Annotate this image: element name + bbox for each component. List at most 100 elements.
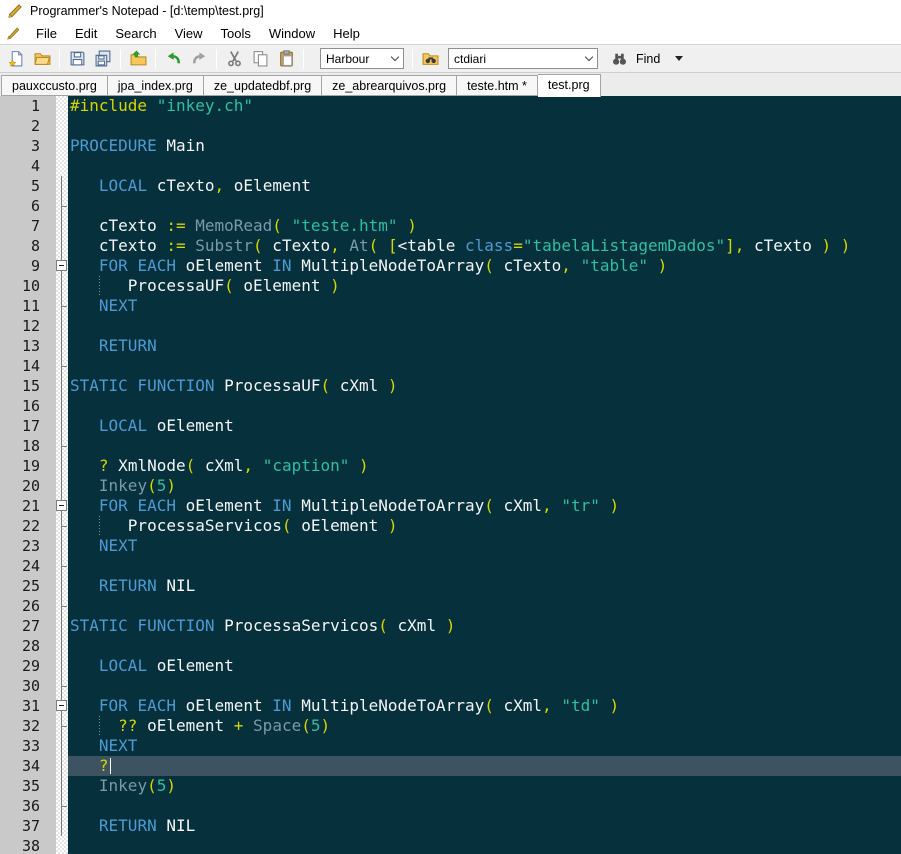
code-line[interactable]: STATIC FUNCTION ProcessaUF( cXml ) xyxy=(68,376,901,396)
code-line[interactable]: ProcessaUF( oElement ) xyxy=(68,276,901,296)
menu-edit[interactable]: Edit xyxy=(66,24,106,43)
code-line[interactable] xyxy=(68,796,901,816)
code-line[interactable]: NEXT xyxy=(68,536,901,556)
save-button[interactable] xyxy=(64,47,90,71)
code-line[interactable]: FOR EACH oElement IN MultipleNodeToArray… xyxy=(68,256,901,276)
line-number[interactable]: 29 xyxy=(0,656,56,676)
code-line[interactable] xyxy=(68,556,901,576)
code-line[interactable]: NEXT xyxy=(68,296,901,316)
code-line[interactable]: RETURN xyxy=(68,336,901,356)
code-line[interactable]: ? xyxy=(68,756,901,776)
menu-file[interactable]: File xyxy=(27,24,66,43)
paste-button[interactable] xyxy=(273,47,299,71)
line-number[interactable]: 4 xyxy=(0,156,56,176)
save-all-button[interactable] xyxy=(90,47,116,71)
find-label[interactable]: Find xyxy=(636,52,660,66)
line-number[interactable]: 25 xyxy=(0,576,56,596)
code-line[interactable]: LOCAL cTexto, oElement xyxy=(68,176,901,196)
menu-view[interactable]: View xyxy=(166,24,212,43)
code-line[interactable]: FOR EACH oElement IN MultipleNodeToArray… xyxy=(68,696,901,716)
code-line[interactable]: LOCAL oElement xyxy=(68,416,901,436)
line-number[interactable]: 7 xyxy=(0,216,56,236)
code-line[interactable]: FOR EACH oElement IN MultipleNodeToArray… xyxy=(68,496,901,516)
menu-window[interactable]: Window xyxy=(260,24,324,43)
code-line[interactable]: RETURN NIL xyxy=(68,816,901,836)
code-line[interactable]: #include "inkey.ch" xyxy=(68,96,901,116)
redo-button[interactable] xyxy=(186,47,212,71)
new-file-button[interactable] xyxy=(3,47,29,71)
code-line[interactable] xyxy=(68,436,901,456)
find-dropdown-icon[interactable] xyxy=(675,56,683,61)
line-number[interactable]: 37 xyxy=(0,816,56,836)
line-number[interactable]: 32 xyxy=(0,716,56,736)
line-number[interactable]: 34 xyxy=(0,756,56,776)
fold-collapse-icon[interactable] xyxy=(56,700,67,711)
line-number[interactable]: 27 xyxy=(0,616,56,636)
menu-search[interactable]: Search xyxy=(106,24,165,43)
code-line[interactable]: Inkey(5) xyxy=(68,476,901,496)
menu-tools[interactable]: Tools xyxy=(212,24,260,43)
fold-collapse-icon[interactable] xyxy=(56,260,67,271)
line-number[interactable]: 33 xyxy=(0,736,56,756)
cut-button[interactable] xyxy=(221,47,247,71)
search-combobox[interactable] xyxy=(448,48,598,69)
code-line[interactable]: LOCAL oElement xyxy=(68,656,901,676)
code-line[interactable]: RETURN NIL xyxy=(68,576,901,596)
fold-margin-cell[interactable] xyxy=(56,696,68,716)
code-line[interactable]: ?? oElement + Space(5) xyxy=(68,716,901,736)
line-number[interactable]: 10 xyxy=(0,276,56,296)
tab-ze-abrearquivos-prg[interactable]: ze_abrearquivos.prg xyxy=(322,75,457,96)
line-number[interactable]: 2 xyxy=(0,116,56,136)
line-number[interactable]: 5 xyxy=(0,176,56,196)
line-number[interactable]: 16 xyxy=(0,396,56,416)
line-number[interactable]: 6 xyxy=(0,196,56,216)
tab-pauxccusto-prg[interactable]: pauxccusto.prg xyxy=(1,75,108,96)
line-number[interactable]: 22 xyxy=(0,516,56,536)
line-number[interactable]: 17 xyxy=(0,416,56,436)
line-number[interactable]: 8 xyxy=(0,236,56,256)
line-number[interactable]: 20 xyxy=(0,476,56,496)
code-line[interactable] xyxy=(68,156,901,176)
line-number[interactable]: 24 xyxy=(0,556,56,576)
fold-margin-cell[interactable] xyxy=(56,496,68,516)
find-button[interactable] xyxy=(608,47,630,71)
find-in-files-button[interactable] xyxy=(417,47,443,71)
tab-test-prg[interactable]: test.prg xyxy=(538,74,601,97)
line-number[interactable]: 1 xyxy=(0,96,56,116)
line-number[interactable]: 3 xyxy=(0,136,56,156)
code-line[interactable]: NEXT xyxy=(68,736,901,756)
code-line[interactable]: ? XmlNode( cXml, "caption" ) xyxy=(68,456,901,476)
fold-collapse-icon[interactable] xyxy=(56,500,67,511)
code-line[interactable]: STATIC FUNCTION ProcessaServicos( cXml ) xyxy=(68,616,901,636)
code-line[interactable] xyxy=(68,636,901,656)
line-number[interactable]: 21 xyxy=(0,496,56,516)
line-number[interactable]: 19 xyxy=(0,456,56,476)
tab-teste-htm[interactable]: teste.htm * xyxy=(457,75,538,96)
line-number[interactable]: 23 xyxy=(0,536,56,556)
code-line[interactable]: PROCEDURE Main xyxy=(68,136,901,156)
tab-ze-updatedbf-prg[interactable]: ze_updatedbf.prg xyxy=(204,75,322,96)
line-number[interactable]: 38 xyxy=(0,836,56,854)
line-number[interactable]: 13 xyxy=(0,336,56,356)
undo-button[interactable] xyxy=(160,47,186,71)
line-number[interactable]: 18 xyxy=(0,436,56,456)
scheme-select[interactable]: Harbour xyxy=(320,48,404,69)
code-line[interactable] xyxy=(68,196,901,216)
line-number[interactable]: 30 xyxy=(0,676,56,696)
line-number[interactable]: 31 xyxy=(0,696,56,716)
tab-jpa-index-prg[interactable]: jpa_index.prg xyxy=(108,75,204,96)
line-number[interactable]: 14 xyxy=(0,356,56,376)
line-number[interactable]: 9 xyxy=(0,256,56,276)
code-line[interactable] xyxy=(68,836,901,854)
line-number[interactable]: 12 xyxy=(0,316,56,336)
code-line[interactable] xyxy=(68,116,901,136)
close-file-button[interactable] xyxy=(125,47,151,71)
code-line[interactable] xyxy=(68,396,901,416)
line-number[interactable]: 28 xyxy=(0,636,56,656)
copy-button[interactable] xyxy=(247,47,273,71)
search-input[interactable] xyxy=(454,52,574,66)
code-line[interactable] xyxy=(68,316,901,336)
line-number[interactable]: 11 xyxy=(0,296,56,316)
code-line[interactable] xyxy=(68,356,901,376)
fold-margin-cell[interactable] xyxy=(56,256,68,276)
